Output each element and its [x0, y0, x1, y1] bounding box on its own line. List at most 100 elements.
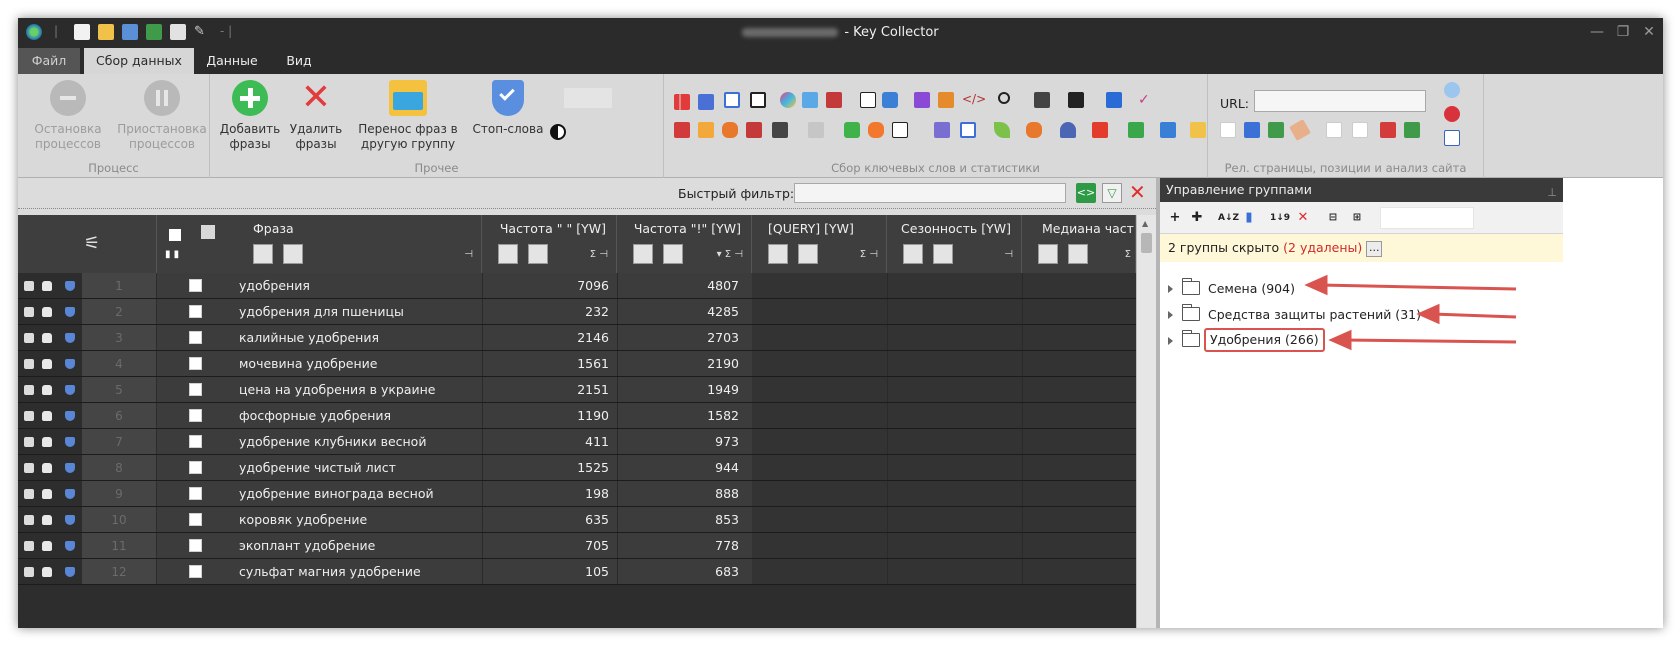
scroll-up-icon[interactable]: ▲ [1142, 219, 1148, 228]
query-filter-button[interactable] [768, 244, 788, 264]
header-median[interactable]: Медиана част Σ [1022, 215, 1136, 273]
phrase-cell[interactable]: удобрение чистый лист [239, 455, 482, 480]
table-row[interactable]: 5 цена на удобрения в украине 2151 1949 [18, 377, 1136, 403]
expand-row-icon[interactable] [24, 567, 34, 577]
query-cell[interactable] [752, 299, 887, 324]
header-freq-excl[interactable]: Частота "!" [YW] ▾ Σ ⊣ [617, 215, 752, 273]
google-ads-icon[interactable] [724, 92, 740, 108]
phrase-cell[interactable]: экоплант удобрение [239, 533, 482, 558]
season-cell[interactable] [887, 559, 1022, 584]
rambler-icon[interactable] [750, 92, 766, 108]
column-filter-icon[interactable] [201, 225, 215, 239]
lock-icon[interactable] [42, 333, 52, 343]
phrase-cell[interactable]: удобрения для пшеницы [239, 299, 482, 324]
median-clear-filter-button[interactable] [1068, 244, 1088, 264]
median-cell[interactable] [1022, 429, 1136, 454]
query-sum-icon[interactable]: Σ ⊣ [860, 249, 878, 260]
m-icon[interactable] [1128, 122, 1144, 138]
liveinternet-icon[interactable] [860, 92, 876, 108]
hand-icon[interactable] [722, 122, 738, 138]
sort-numeric-icon[interactable]: 1↓9 [1270, 211, 1290, 225]
shield-row-icon[interactable] [65, 541, 75, 551]
scroll-thumb[interactable] [1141, 233, 1152, 253]
yandex-rel-icon[interactable] [1220, 122, 1236, 138]
season-cell[interactable] [887, 325, 1022, 350]
dots-icon[interactable] [808, 122, 824, 138]
query-cell[interactable] [752, 429, 887, 454]
leaf-icon[interactable] [994, 122, 1010, 138]
shield-row-icon[interactable] [65, 307, 75, 317]
lock-icon[interactable] [42, 541, 52, 551]
median-cell[interactable] [1022, 325, 1136, 350]
row-checkbox[interactable] [189, 331, 202, 344]
query-cell[interactable] [752, 507, 887, 532]
yandex-pos-icon[interactable] [1326, 122, 1342, 138]
web-globe-icon[interactable] [1444, 82, 1460, 98]
wordstat-batch-icon[interactable] [698, 94, 714, 110]
sort-az-icon[interactable]: A↓Z [1218, 211, 1239, 225]
clear-filter-icon[interactable]: ✕ [1129, 181, 1146, 203]
header-phrase[interactable]: ▮ ▮ Фраза ⊣ [157, 215, 482, 273]
median-cell[interactable] [1022, 351, 1136, 376]
expand-row-icon[interactable] [24, 333, 34, 343]
phrase-cell[interactable]: фосфорные удобрения [239, 403, 482, 428]
query-cell[interactable] [752, 533, 887, 558]
sort-delete-icon[interactable]: ✕ [1296, 211, 1310, 225]
stop-words-button[interactable]: Стоп-слова [470, 80, 546, 137]
shield-row-icon[interactable] [65, 333, 75, 343]
table-row[interactable]: 8 удобрение чистый лист 1525 944 [18, 455, 1136, 481]
freq-excl-cell[interactable]: 2703 [617, 325, 747, 350]
green-circle-icon[interactable] [844, 122, 860, 138]
add-subgroup-icon[interactable]: ✚ [1190, 211, 1204, 225]
table-row[interactable]: 1 удобрения 7096 4807 [18, 273, 1136, 299]
tab-data-collection[interactable]: Сбор данных [84, 48, 194, 74]
freq-quoted-cell[interactable]: 705 [482, 533, 617, 558]
phrase-cell[interactable]: цена на удобрения в украине [239, 377, 482, 402]
yandex-red-icon[interactable] [1380, 122, 1396, 138]
season-cell[interactable] [887, 351, 1022, 376]
table-row[interactable]: 4 мочевина удобрение 1561 2190 [18, 351, 1136, 377]
quick-filter-input[interactable] [794, 183, 1066, 203]
tree-view-icon[interactable]: ⊞ [1350, 211, 1364, 225]
header-freq-quoted[interactable]: Частота " " [YW] Σ ⊣ [482, 215, 617, 273]
excel-rel-icon[interactable] [1268, 122, 1284, 138]
freq-quoted-cell[interactable]: 105 [482, 559, 617, 584]
red-dot-icon[interactable] [1444, 106, 1460, 122]
sort-bars-icon[interactable]: ▮ [1242, 211, 1256, 225]
season-cell[interactable] [887, 533, 1022, 558]
row-checkbox[interactable] [189, 565, 202, 578]
groups-search-input[interactable] [1380, 207, 1474, 229]
median-cell[interactable] [1022, 377, 1136, 402]
row-checkbox[interactable] [189, 435, 202, 448]
shield-row-icon[interactable] [65, 515, 75, 525]
tab-file[interactable]: Файл [18, 48, 80, 74]
phrase-cell[interactable]: калийные удобрения [239, 325, 482, 350]
row-checkbox[interactable] [189, 383, 202, 396]
freq-excl-cell[interactable]: 944 [617, 455, 747, 480]
sun-icon[interactable] [1092, 122, 1108, 138]
freq-excl-clear-filter-button[interactable] [663, 244, 683, 264]
freq-quoted-clear-filter-button[interactable] [528, 244, 548, 264]
code-toggle-icon[interactable]: <> [1076, 183, 1096, 203]
season-cell[interactable] [887, 403, 1022, 428]
show-hidden-button[interactable]: ... [1366, 240, 1383, 257]
freq-excl-cell[interactable]: 888 [617, 481, 747, 506]
query-clear-filter-button[interactable] [798, 244, 818, 264]
median-cell[interactable] [1022, 507, 1136, 532]
table-row[interactable]: 10 коровяк удобрение 635 853 [18, 507, 1136, 533]
yandex-wordstat-icon[interactable] [674, 94, 690, 110]
freq-excl-cell[interactable]: 683 [617, 559, 747, 584]
lock-icon[interactable] [42, 359, 52, 369]
lock-icon[interactable] [42, 281, 52, 291]
row-checkbox[interactable] [189, 279, 202, 292]
median-cell[interactable] [1022, 273, 1136, 298]
shield-row-icon[interactable] [65, 385, 75, 395]
row-checkbox[interactable] [189, 487, 202, 500]
freq-quoted-cell[interactable]: 1561 [482, 351, 617, 376]
stop-process-button[interactable]: Остановка процессов [24, 80, 112, 152]
add-group-icon[interactable]: + [1168, 211, 1182, 225]
table-row[interactable]: 3 калийные удобрения 2146 2703 [18, 325, 1136, 351]
lock-icon[interactable] [42, 411, 52, 421]
query-cell[interactable] [752, 325, 887, 350]
close-window-button[interactable]: ✕ [1638, 22, 1660, 42]
